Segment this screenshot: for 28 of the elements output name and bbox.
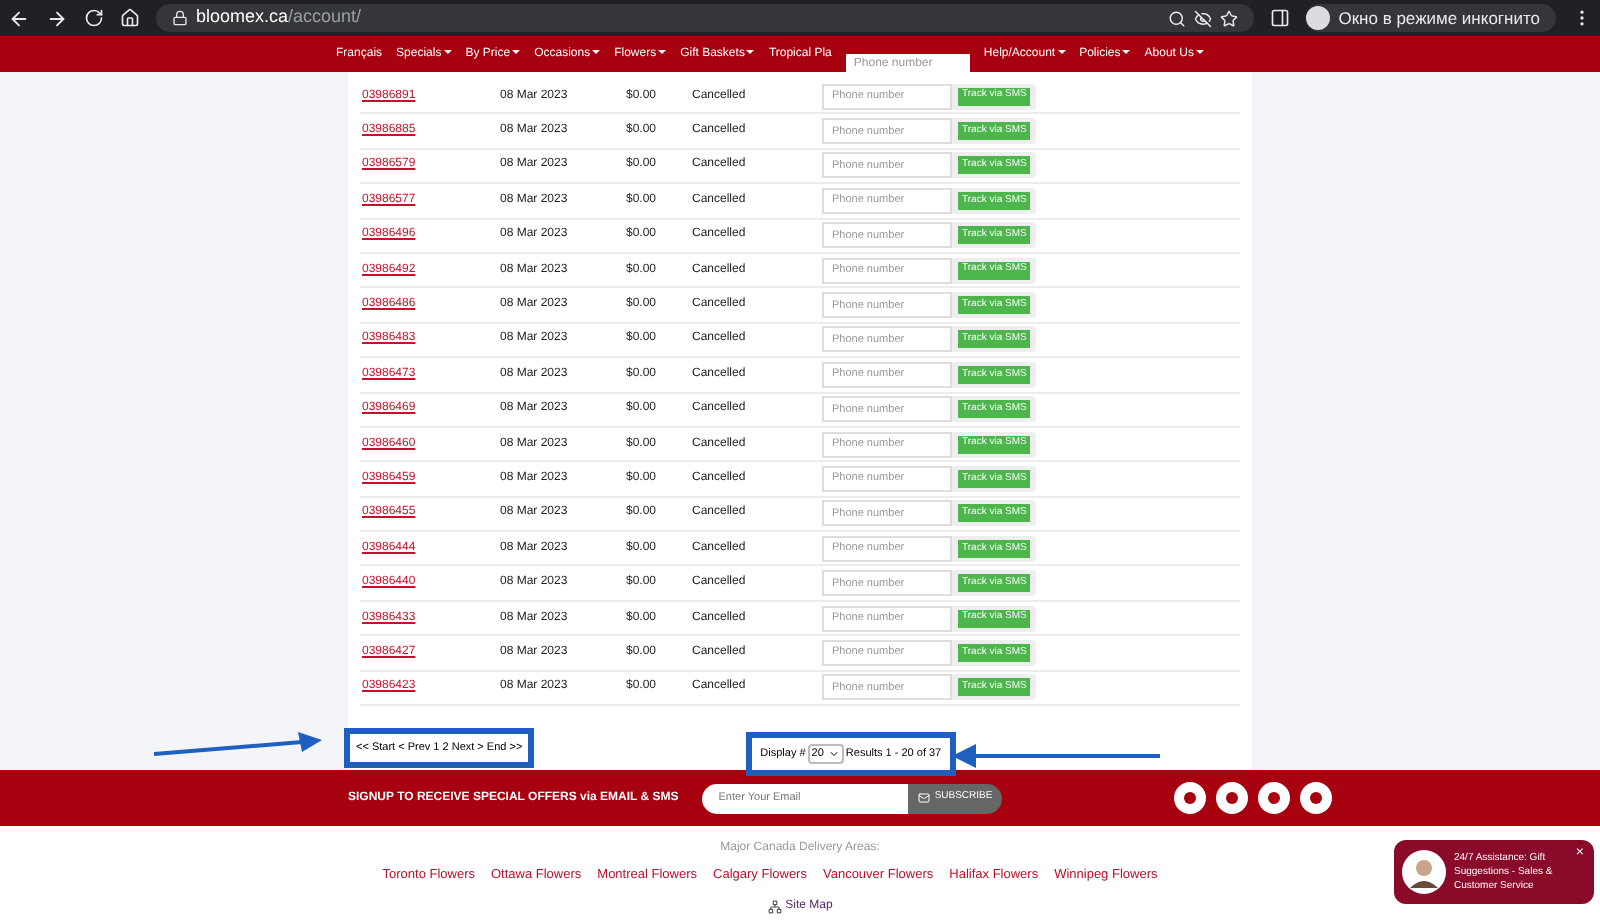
incognito-label: Окно в режиме инкогнито (1338, 5, 1540, 31)
dropdown-caret-icon (746, 49, 755, 54)
dropdown-caret-icon (658, 49, 667, 54)
star-icon[interactable] (1220, 9, 1239, 27)
avatar-icon (1402, 850, 1446, 894)
dropdown-caret-icon (1195, 49, 1204, 54)
eye-off-icon[interactable] (1194, 9, 1213, 27)
arrow-icon (154, 732, 322, 761)
reload-icon[interactable] (84, 8, 104, 28)
url-path: /account/ (288, 4, 362, 31)
dropdown-caret-icon (443, 49, 452, 54)
search-icon[interactable] (1168, 9, 1187, 27)
lock-icon (172, 10, 188, 26)
side-panel-icon[interactable] (1270, 8, 1291, 28)
sitemap-icon (767, 899, 782, 914)
forward-icon[interactable] (46, 7, 68, 29)
mail-icon (918, 792, 931, 804)
incognito-chip[interactable]: Окно в режиме инкогнито (1306, 4, 1556, 32)
incognito-avatar-icon (1306, 6, 1331, 30)
dropdown-caret-icon (592, 49, 601, 54)
back-icon[interactable] (8, 7, 30, 29)
address-bar[interactable]: bloomex.ca/account/ (156, 4, 1255, 32)
dropdown-caret-icon (1057, 49, 1066, 54)
dropdown-caret-icon (1122, 49, 1131, 54)
home-icon[interactable] (120, 8, 140, 28)
chevron-down-icon (827, 748, 840, 761)
dropdown-caret-icon (512, 49, 521, 54)
url-host: bloomex.ca (196, 4, 289, 31)
